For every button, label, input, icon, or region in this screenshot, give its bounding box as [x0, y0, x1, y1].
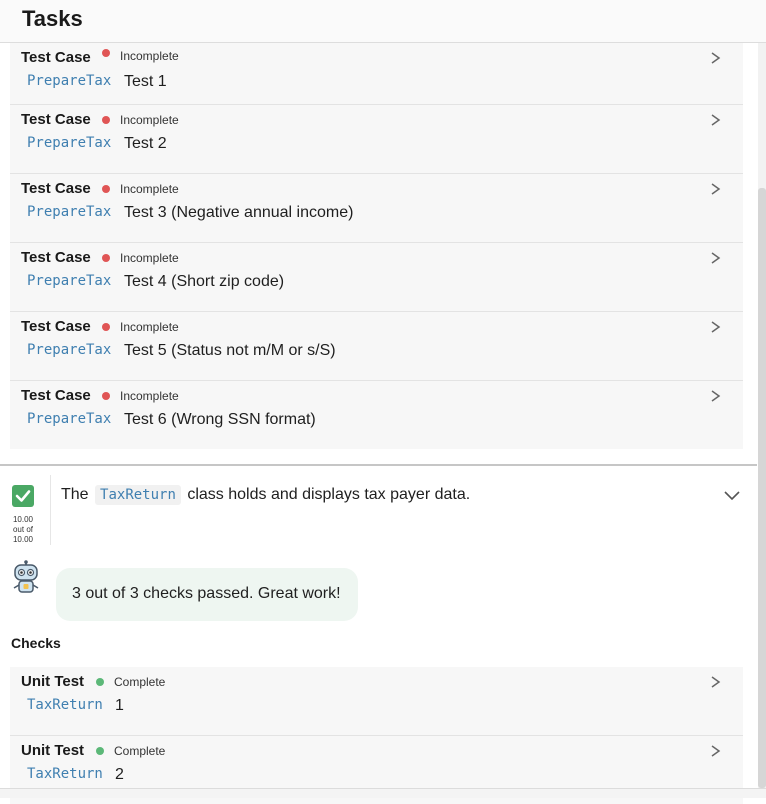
test-name: Test 2	[124, 135, 167, 152]
section-divider	[0, 464, 757, 466]
task-desc-suffix: class holds and displays tax payer data.	[187, 486, 471, 503]
incomplete-status-icon	[102, 323, 110, 331]
feedback-bubble: 3 out of 3 checks passed. Great work!	[56, 568, 358, 621]
chevron-right-icon[interactable]	[709, 178, 723, 200]
chevron-right-icon[interactable]	[709, 47, 723, 69]
method-code: PrepareTax	[27, 73, 112, 89]
robot-icon	[13, 560, 39, 593]
status-label: Incomplete	[120, 182, 179, 196]
test-case-row[interactable]: Test Case Incomplete PrepareTax Test 1	[10, 43, 743, 105]
incomplete-status-icon	[102, 185, 110, 193]
complete-status-icon	[96, 678, 104, 686]
row-title: Unit Test	[21, 742, 85, 759]
check-row[interactable]: Unit Test Complete TaxReturn 1	[10, 667, 743, 736]
class-code: TaxReturn	[27, 766, 103, 782]
test-name: Test 6 (Wrong SSN format)	[124, 411, 316, 428]
check-name: 1	[115, 697, 124, 714]
test-case-row[interactable]: Test Case Incomplete PrepareTax Test 4 (…	[10, 243, 743, 312]
status-label: Incomplete	[120, 320, 179, 334]
status-label: Complete	[114, 744, 166, 758]
task-description: The TaxReturn class holds and displays t…	[61, 485, 471, 505]
class-name-code: TaxReturn	[95, 485, 181, 505]
chevron-right-icon[interactable]	[709, 385, 723, 407]
incomplete-status-icon	[102, 392, 110, 400]
chevron-right-icon[interactable]	[709, 247, 723, 269]
tasks-header: Tasks	[0, 0, 766, 43]
task-complete-checkbox	[12, 485, 34, 507]
page-title: Tasks	[22, 6, 83, 31]
test-name: Test 3 (Negative annual income)	[124, 204, 354, 221]
status-label: Incomplete	[120, 389, 179, 403]
method-code: PrepareTax	[27, 273, 112, 289]
row-title: Unit Test	[21, 673, 85, 690]
chevron-right-icon[interactable]	[709, 740, 723, 762]
scrollbar-thumb[interactable]	[758, 188, 766, 788]
chevron-right-icon[interactable]	[709, 671, 723, 693]
row-title: Test Case	[21, 387, 91, 404]
checkmark-icon	[15, 490, 31, 502]
score-out-of: out of	[12, 525, 33, 534]
method-code: PrepareTax	[27, 135, 112, 151]
task-score: 10.00 out of 10.00	[8, 515, 38, 545]
row-title: Test Case	[21, 180, 91, 197]
test-name: Test 4 (Short zip code)	[124, 273, 285, 290]
test-case-row[interactable]: Test Case Incomplete PrepareTax Test 5 (…	[10, 312, 743, 381]
bottom-edge	[0, 788, 766, 798]
test-name: Test 1	[124, 73, 167, 90]
checks-list: Unit Test Complete TaxReturn 1 Unit Test…	[10, 667, 743, 804]
test-case-row[interactable]: Test Case Incomplete PrepareTax Test 3 (…	[10, 174, 743, 243]
row-title: Test Case	[21, 318, 91, 335]
vertical-scrollbar[interactable]	[758, 43, 766, 788]
test-case-list: Test Case Incomplete PrepareTax Test 1 T…	[10, 43, 743, 449]
chevron-down-icon[interactable]	[722, 488, 742, 502]
status-label: Complete	[114, 675, 166, 689]
chevron-right-icon[interactable]	[709, 316, 723, 338]
complete-status-icon	[96, 747, 104, 755]
method-code: PrepareTax	[27, 342, 112, 358]
method-code: PrepareTax	[27, 411, 112, 427]
test-name: Test 5 (Status not m/M or s/S)	[124, 342, 336, 359]
status-label: Incomplete	[120, 49, 179, 63]
row-title: Test Case	[21, 111, 91, 128]
task-separator	[50, 475, 51, 545]
status-label: Incomplete	[120, 251, 179, 265]
chevron-right-icon[interactable]	[709, 109, 723, 131]
row-title: Test Case	[21, 249, 91, 266]
test-case-row[interactable]: Test Case Incomplete PrepareTax Test 2	[10, 105, 743, 174]
row-title: Test Case	[21, 49, 91, 66]
checks-heading: Checks	[11, 635, 61, 651]
incomplete-status-icon	[102, 254, 110, 262]
method-code: PrepareTax	[27, 204, 112, 220]
score-total: 10.00	[12, 535, 34, 544]
test-case-row[interactable]: Test Case Incomplete PrepareTax Test 6 (…	[10, 381, 743, 449]
check-name: 2	[115, 766, 124, 783]
class-code: TaxReturn	[27, 697, 103, 713]
incomplete-status-icon	[102, 49, 110, 57]
status-label: Incomplete	[120, 113, 179, 127]
task-desc-prefix: The	[61, 486, 89, 503]
feedback-message: 3 out of 3 checks passed. Great work!	[72, 585, 341, 602]
score-value: 10.00	[12, 515, 34, 524]
incomplete-status-icon	[102, 116, 110, 124]
